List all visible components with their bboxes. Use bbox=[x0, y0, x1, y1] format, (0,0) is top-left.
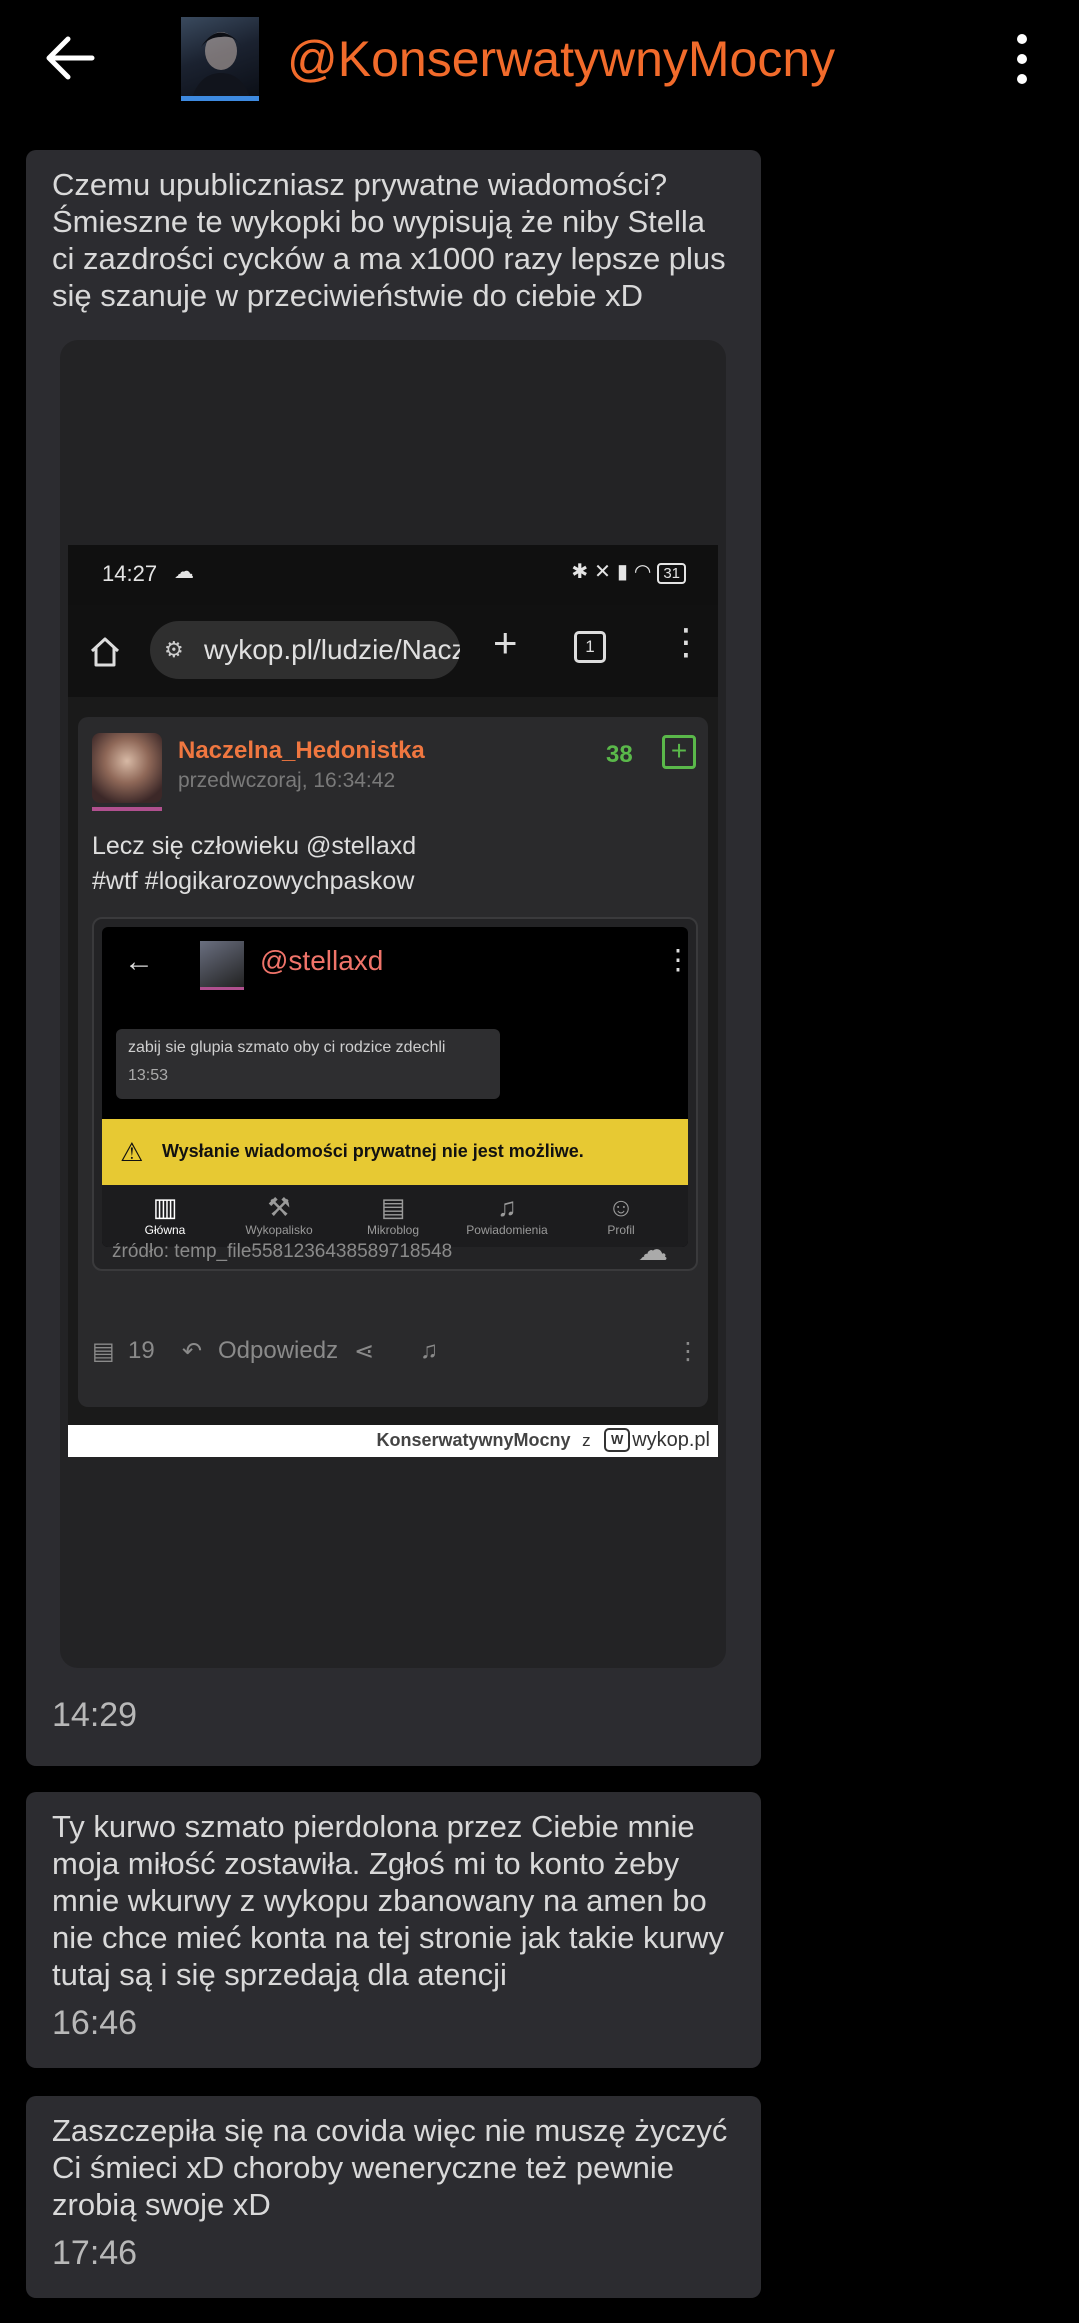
chat-screenshot: ← @stellaxd ⋮ zabij sie glupia szmato ob… bbox=[102, 927, 688, 1247]
chat-message-text: zabij sie glupia szmato oby ci rodzice z… bbox=[128, 1039, 446, 1056]
new-tab-icon: + bbox=[493, 619, 518, 666]
app-header: @KonserwatywnyMocny bbox=[0, 0, 1079, 120]
post-date: przedwczoraj, 16:34:42 bbox=[178, 769, 396, 792]
bell-icon: ♫ bbox=[497, 1192, 517, 1222]
message-text: Czemu upubliczniasz prywatne wiadomości?… bbox=[52, 167, 726, 313]
cloud-icon: ☁ bbox=[174, 561, 194, 583]
cloud-download-icon: ☁ bbox=[638, 1234, 668, 1267]
profile-icon: ☺ bbox=[607, 1192, 635, 1222]
share-icon: ⋖ bbox=[354, 1338, 375, 1365]
reply-label: Odpowiedz bbox=[218, 1337, 339, 1364]
message-bubble[interactable]: Czemu upubliczniasz prywatne wiadomości?… bbox=[26, 150, 761, 1766]
shovel-icon: ⚒ bbox=[267, 1192, 291, 1222]
chat-name: @stellaxd bbox=[260, 945, 384, 976]
message-bubble[interactable]: Zaszczepiła się na covida więc nie muszę… bbox=[26, 2096, 761, 2298]
plus-icon: + bbox=[662, 735, 696, 769]
warning-text: Wysłanie wiadomości prywatnej nie jest m… bbox=[162, 1141, 584, 1161]
bluetooth-icon: ✱ bbox=[571, 561, 595, 583]
mikroblog-icon: ▤ bbox=[380, 1192, 406, 1222]
comments-count: 19 bbox=[128, 1337, 155, 1364]
browser-bar: ⚙ wykop.pl/ludzie/Naczelna_Hedonistka + … bbox=[68, 605, 718, 697]
post-embedded-image: ← @stellaxd ⋮ zabij sie glupia szmato ob… bbox=[92, 917, 698, 1271]
post-author: Naczelna_Hedonistka bbox=[178, 737, 425, 764]
message-text: Zaszczepiła się na covida więc nie muszę… bbox=[52, 2113, 728, 2222]
signal-icon: ▮ bbox=[616, 561, 634, 583]
wykop-post: Naczelna_Hedonistka przedwczoraj, 16:34:… bbox=[78, 717, 708, 1407]
avatar[interactable] bbox=[181, 17, 259, 101]
avatar-gender-bar bbox=[92, 807, 162, 811]
watermark-z: z bbox=[582, 1431, 591, 1450]
warning-icon: ⚠ bbox=[120, 1137, 144, 1167]
tabs-count-icon: 1 bbox=[574, 631, 606, 663]
battery-icon: 31 bbox=[657, 563, 686, 584]
watermark-user: KonserwatywnyMocny bbox=[376, 1430, 571, 1450]
wykop-logo-icon: ▥ bbox=[152, 1192, 178, 1222]
nav-mikroblog: ▤ Mikroblog bbox=[338, 1191, 448, 1237]
status-time: 14:27 bbox=[102, 561, 158, 586]
conversation-title[interactable]: @KonserwatywnyMocny bbox=[287, 30, 835, 88]
avatar-gender-bar bbox=[200, 987, 244, 990]
arrow-left-icon: ← bbox=[124, 945, 154, 978]
url-text: wykop.pl/ludzie/Naczelna_Hedonistka bbox=[204, 634, 460, 665]
arrow-left-icon[interactable] bbox=[40, 28, 100, 88]
wykop-logo-icon: W bbox=[604, 1428, 631, 1452]
attachment-image[interactable]: 14:27 ☁ ✱✕▮◠31 ⚙ wykop.pl/ludzie/Naczeln… bbox=[60, 340, 726, 1668]
nav-home: ▥ Główna bbox=[110, 1191, 220, 1237]
bottom-nav: ▥ Główna ⚒ Wykopalisko ▤ Mikroblog ♫ Powiado… bbox=[102, 1185, 688, 1247]
chat-avatar bbox=[200, 941, 244, 987]
message-time: 17:46 bbox=[52, 2234, 138, 2272]
nav-profile: ☺ Profil bbox=[566, 1191, 676, 1237]
image-source: źródło: temp_file5581236438589718548 bbox=[112, 1241, 453, 1262]
reply-icon: ↶ bbox=[182, 1338, 203, 1365]
wifi-icon: ◠ bbox=[633, 561, 658, 583]
post-score: 38 bbox=[606, 741, 633, 768]
nav-notifications: ♫ Powiadomienia bbox=[452, 1191, 562, 1237]
chat-message-time: 13:53 bbox=[128, 1067, 169, 1084]
watermark: KonserwatywnyMocny z Wwykop.pl bbox=[68, 1425, 718, 1457]
post-actions: ▤ 19 ↶ Odpowiedz ⋖ ♫ ⋮ bbox=[92, 1329, 702, 1379]
browser-menu-icon: ⋮ bbox=[668, 621, 704, 662]
home-icon bbox=[90, 637, 120, 667]
screenshot-phone: 14:27 ☁ ✱✕▮◠31 ⚙ wykop.pl/ludzie/Naczeln… bbox=[68, 545, 718, 1457]
more-vertical-icon[interactable] bbox=[1010, 32, 1034, 86]
warning-banner: ⚠ Wysłanie wiadomości prywatnej nie jest… bbox=[102, 1119, 688, 1185]
notify-bell-icon: ♫ bbox=[420, 1337, 438, 1364]
status-bar: 14:27 ☁ ✱✕▮◠ 31 bbox=[68, 545, 718, 605]
post-body: Lecz się człowieku @stellaxd #wtf #logik… bbox=[92, 832, 417, 895]
message-time: 14:29 bbox=[52, 1696, 138, 1734]
mute-icon: ✕ bbox=[594, 561, 617, 583]
url-field: ⚙ wykop.pl/ludzie/Naczelna_Hedonistka bbox=[150, 621, 460, 679]
chat-message: zabij sie glupia szmato oby ci rodzice z… bbox=[116, 1029, 500, 1099]
watermark-site: wykop.pl bbox=[632, 1429, 710, 1451]
nav-wykopalisko: ⚒ Wykopalisko bbox=[224, 1191, 334, 1237]
more-vertical-icon: ⋮ bbox=[676, 1338, 700, 1365]
message-text: Ty kurwo szmato pierdolona przez Ciebie … bbox=[52, 1809, 724, 1992]
site-settings-icon: ⚙ bbox=[164, 637, 184, 662]
message-time: 16:46 bbox=[52, 2004, 138, 2042]
more-vertical-icon: ⋮ bbox=[664, 944, 688, 975]
comments-icon: ▤ bbox=[92, 1338, 115, 1365]
status-icons: ✱✕▮◠ 31 bbox=[571, 559, 686, 584]
message-bubble[interactable]: Ty kurwo szmato pierdolona przez Ciebie … bbox=[26, 1792, 761, 2068]
post-avatar bbox=[92, 733, 162, 803]
